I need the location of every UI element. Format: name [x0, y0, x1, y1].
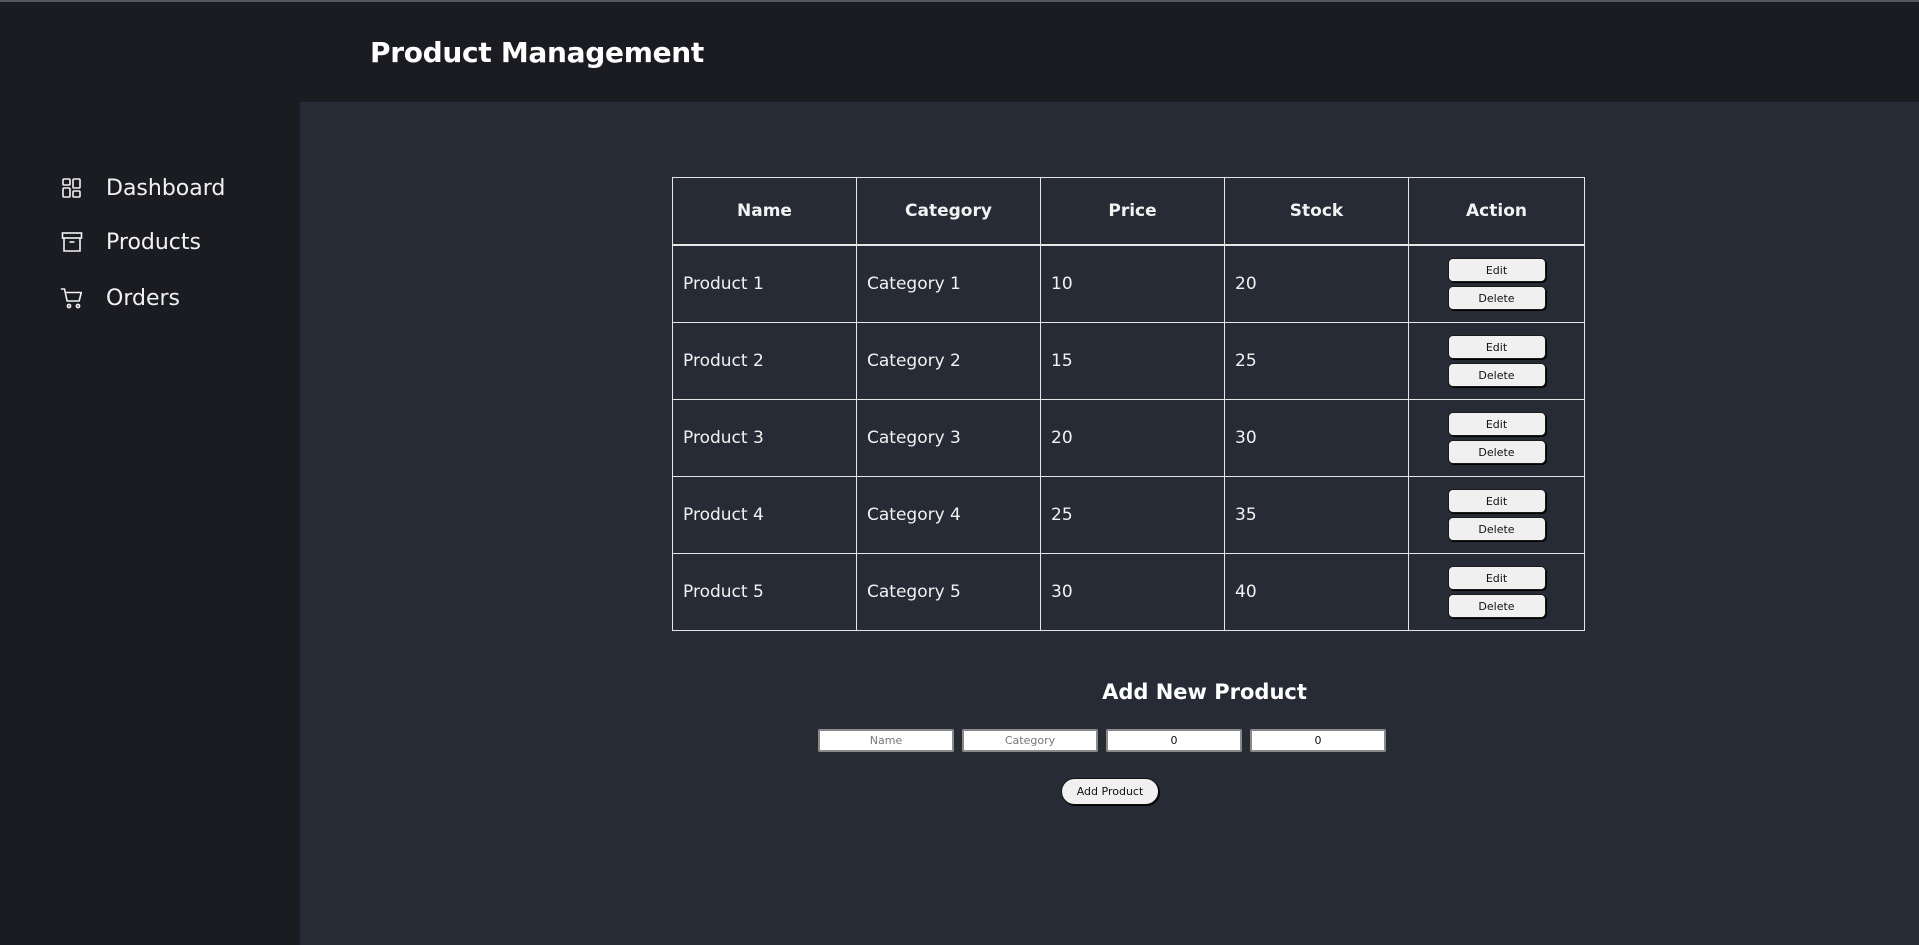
cell-action: Edit Delete	[1408, 322, 1585, 400]
cell-stock: 35	[1224, 476, 1409, 554]
cell-stock: 40	[1224, 553, 1409, 631]
cell-price: 25	[1040, 476, 1225, 554]
add-product-button[interactable]: Add Product	[1061, 778, 1159, 805]
sidebar-item-label: Orders	[106, 285, 180, 311]
category-input[interactable]	[962, 729, 1098, 752]
cell-price: 30	[1040, 553, 1225, 631]
products-table: Name Category Price Stock Action Product…	[672, 177, 1585, 631]
cell-action: Edit Delete	[1408, 553, 1585, 631]
main-content: Name Category Price Stock Action Product…	[300, 102, 1919, 945]
column-header-category: Category	[856, 177, 1041, 246]
sidebar-item-orders[interactable]: Orders	[60, 280, 180, 316]
table-header-row: Name Category Price Stock Action	[672, 177, 1585, 246]
cell-action: Edit Delete	[1408, 244, 1585, 323]
column-header-name: Name	[672, 177, 857, 246]
cell-category: Category 4	[856, 476, 1041, 554]
table-row: Product 5 Category 5 30 40 Edit Delete	[672, 553, 1585, 631]
table-row: Product 2 Category 2 15 25 Edit Delete	[672, 322, 1585, 400]
table-row: Product 3 Category 3 20 30 Edit Delete	[672, 399, 1585, 477]
edit-button[interactable]: Edit	[1447, 489, 1546, 513]
cell-stock: 20	[1224, 244, 1409, 323]
sidebar-item-label: Dashboard	[106, 175, 226, 201]
dashboard-icon	[60, 176, 84, 200]
cell-name: Product 5	[672, 553, 857, 631]
edit-button[interactable]: Edit	[1447, 335, 1546, 359]
page-header: Product Management	[0, 2, 1919, 102]
table-row: Product 1 Category 1 10 20 Edit Delete	[672, 244, 1585, 323]
cell-action: Edit Delete	[1408, 399, 1585, 477]
delete-button[interactable]: Delete	[1447, 286, 1546, 310]
cell-category: Category 1	[856, 244, 1041, 323]
delete-button[interactable]: Delete	[1447, 594, 1546, 618]
cell-action: Edit Delete	[1408, 476, 1585, 554]
edit-button[interactable]: Edit	[1447, 412, 1546, 436]
cell-category: Category 5	[856, 553, 1041, 631]
add-product-form	[818, 729, 1398, 752]
edit-button[interactable]: Edit	[1447, 566, 1546, 590]
cell-price: 10	[1040, 244, 1225, 323]
table-row: Product 4 Category 4 25 35 Edit Delete	[672, 476, 1585, 554]
stock-input[interactable]	[1250, 729, 1386, 752]
edit-button[interactable]: Edit	[1447, 258, 1546, 282]
cell-price: 20	[1040, 399, 1225, 477]
delete-button[interactable]: Delete	[1447, 517, 1546, 541]
column-header-stock: Stock	[1224, 177, 1409, 246]
sidebar-item-products[interactable]: Products	[60, 224, 201, 260]
archive-box-icon	[60, 230, 84, 254]
cell-stock: 25	[1224, 322, 1409, 400]
cell-name: Product 2	[672, 322, 857, 400]
price-input[interactable]	[1106, 729, 1242, 752]
cell-name: Product 4	[672, 476, 857, 554]
page-title: Product Management	[370, 36, 704, 69]
cell-price: 15	[1040, 322, 1225, 400]
column-header-action: Action	[1408, 177, 1585, 246]
sidebar-item-label: Products	[106, 229, 201, 255]
cell-category: Category 3	[856, 399, 1041, 477]
delete-button[interactable]: Delete	[1447, 440, 1546, 464]
cart-icon	[60, 286, 84, 310]
cell-name: Product 1	[672, 244, 857, 323]
add-product-title: Add New Product	[1102, 680, 1307, 704]
column-header-price: Price	[1040, 177, 1225, 246]
delete-button[interactable]: Delete	[1447, 363, 1546, 387]
cell-name: Product 3	[672, 399, 857, 477]
sidebar-item-dashboard[interactable]: Dashboard	[60, 170, 225, 206]
sidebar: Dashboard Products Orders	[0, 102, 300, 945]
cell-stock: 30	[1224, 399, 1409, 477]
name-input[interactable]	[818, 729, 954, 752]
cell-category: Category 2	[856, 322, 1041, 400]
